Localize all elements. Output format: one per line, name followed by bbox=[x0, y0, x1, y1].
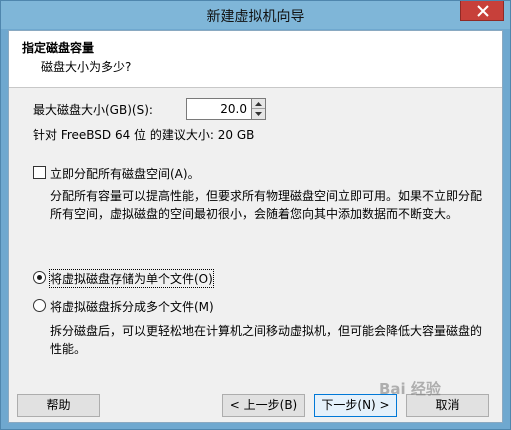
close-icon bbox=[477, 5, 489, 17]
disk-size-row: 最大磁盘大小(GB)(S): 20.0 bbox=[33, 98, 273, 120]
spin-down-button[interactable] bbox=[252, 109, 265, 119]
arrow-up-icon bbox=[255, 102, 262, 106]
disk-size-label: 最大磁盘大小(GB)(S): bbox=[33, 103, 153, 117]
allocate-now-label[interactable]: 立即分配所有磁盘空间(A)。 bbox=[50, 165, 200, 182]
split-description-line: 拆分磁盘后，可以更轻松地在计算机之间移动虚拟机，但可能会降低大容量磁盘的 bbox=[50, 324, 483, 338]
allocate-description: 分配所有容量可以提高性能，但要求所有物理磁盘空间立即可用。如果不立即分配 所有空… bbox=[50, 187, 482, 223]
arrow-down-icon bbox=[255, 112, 262, 116]
window-title: 新建虚拟机向导 bbox=[206, 9, 305, 25]
wizard-header: 指定磁盘容量 磁盘大小为多少? bbox=[9, 31, 502, 88]
dialog-body: 指定磁盘容量 磁盘大小为多少? 最大磁盘大小(GB)(S): 20.0 针对 F… bbox=[8, 30, 503, 423]
wizard-window: 新建虚拟机向导 指定磁盘容量 磁盘大小为多少? 最大磁盘大小(GB)(S): 2… bbox=[0, 0, 511, 430]
next-button[interactable]: 下一步(N) > bbox=[314, 394, 397, 417]
disk-size-input[interactable]: 20.0 bbox=[186, 98, 252, 120]
cancel-button[interactable]: 取消 bbox=[406, 394, 489, 417]
recommended-size-text: 针对 FreeBSD 64 位 的建议大小: 20 GB bbox=[33, 128, 255, 142]
back-button[interactable]: < 上一步(B) bbox=[222, 394, 305, 417]
page-title: 指定磁盘容量 bbox=[22, 41, 95, 55]
help-button[interactable]: 帮助 bbox=[17, 394, 100, 417]
allocate-description-line: 所有空间，虚拟磁盘的空间最初很小，会随着您向其中添加数据而不断变大。 bbox=[50, 207, 459, 221]
split-description: 拆分磁盘后，可以更轻松地在计算机之间移动虚拟机，但可能会降低大容量磁盘的 性能。 bbox=[50, 322, 482, 358]
split-description-line: 性能。 bbox=[50, 342, 87, 356]
split-multiple-files-radio[interactable] bbox=[33, 299, 46, 312]
store-single-file-label[interactable]: 将虚拟磁盘存储为单个文件(O) bbox=[49, 269, 214, 288]
allocate-now-checkbox[interactable] bbox=[33, 166, 46, 179]
spin-up-button[interactable] bbox=[252, 99, 265, 109]
title-bar[interactable]: 新建虚拟机向导 bbox=[1, 1, 510, 29]
close-button[interactable] bbox=[460, 1, 504, 21]
store-single-file-radio[interactable] bbox=[33, 271, 46, 284]
allocate-description-line: 分配所有容量可以提高性能，但要求所有物理磁盘空间立即可用。如果不立即分配 bbox=[50, 189, 483, 203]
split-multiple-files-label[interactable]: 将虚拟磁盘拆分成多个文件(M) bbox=[50, 298, 214, 315]
disk-size-spinner bbox=[252, 98, 266, 120]
page-subtitle: 磁盘大小为多少? bbox=[41, 60, 132, 74]
